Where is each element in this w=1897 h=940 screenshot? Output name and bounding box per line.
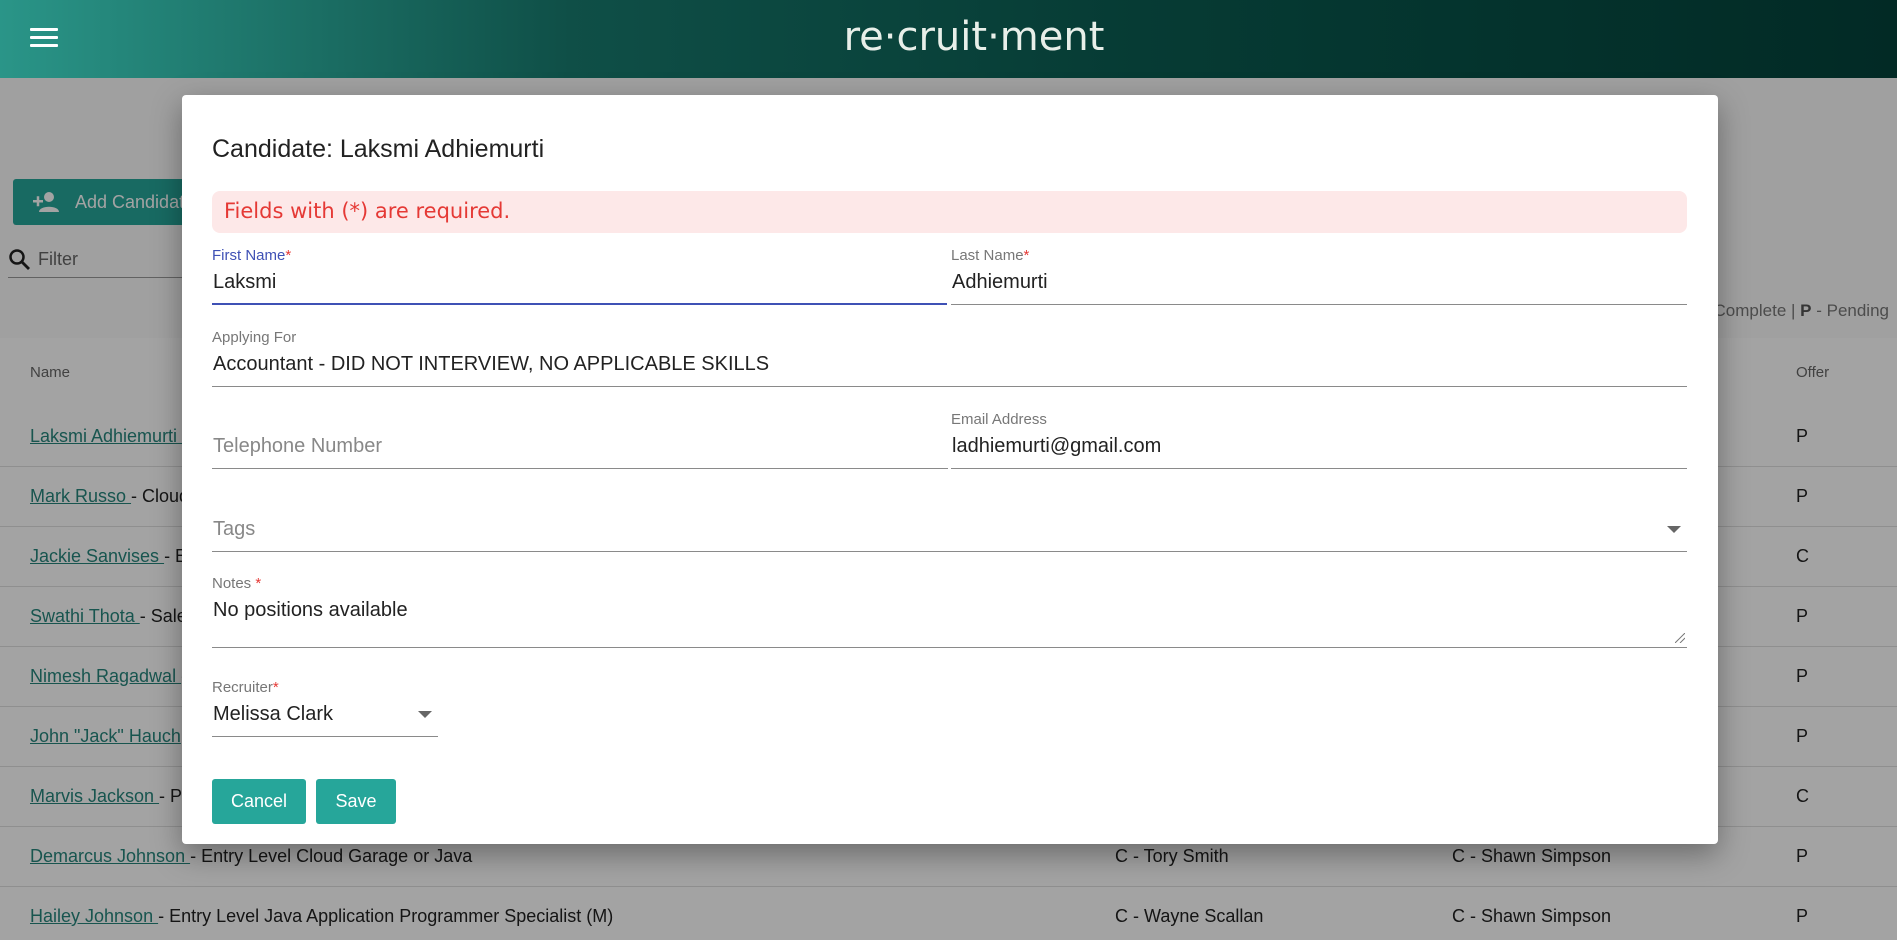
last-name-label: Last Name*: [951, 247, 1030, 264]
notes-value: No positions available: [213, 599, 408, 621]
resize-handle-icon[interactable]: [1675, 633, 1685, 643]
notes-label: Notes *: [212, 575, 262, 592]
recruiter-label: Recruiter*: [212, 679, 279, 696]
last-name-field[interactable]: Last Name* Adhiemurti: [951, 245, 1687, 305]
dialog-title: Candidate: Laksmi Adhiemurti: [212, 135, 545, 163]
applying-for-value: Accountant - DID NOT INTERVIEW, NO APPLI…: [213, 353, 770, 375]
tags-select[interactable]: Tags: [212, 492, 1687, 552]
applying-for-label: Applying For: [212, 329, 297, 346]
app-title: re·cruit·ment: [843, 14, 1105, 60]
email-value: ladhiemurti@gmail.com: [952, 435, 1162, 457]
cancel-button[interactable]: Cancel: [212, 779, 306, 824]
first-name-value: Laksmi: [213, 271, 277, 293]
required-fields-alert: Fields with (*) are required.: [212, 191, 1687, 233]
last-name-value: Adhiemurti: [952, 271, 1048, 293]
app-bar: re·cruit·ment: [0, 0, 1897, 78]
telephone-field[interactable]: Telephone Number: [212, 409, 948, 469]
candidate-dialog: Candidate: Laksmi Adhiemurti Fields with…: [182, 95, 1718, 844]
applying-for-field[interactable]: Applying For Accountant - DID NOT INTERV…: [212, 327, 1687, 387]
email-field[interactable]: Email Address ladhiemurti@gmail.com: [951, 409, 1687, 469]
telephone-placeholder: Telephone Number: [213, 435, 382, 457]
first-name-label: First Name*: [212, 247, 292, 264]
recruiter-select[interactable]: Recruiter* Melissa Clark: [212, 677, 438, 737]
email-label: Email Address: [951, 411, 1047, 428]
chevron-down-icon: [418, 711, 432, 718]
first-name-field[interactable]: First Name* Laksmi: [212, 245, 947, 305]
chevron-down-icon: [1667, 526, 1681, 533]
save-button[interactable]: Save: [316, 779, 396, 824]
tags-placeholder: Tags: [213, 518, 256, 540]
recruiter-value: Melissa Clark: [213, 703, 334, 725]
notes-textarea[interactable]: Notes * No positions available: [212, 573, 1687, 648]
